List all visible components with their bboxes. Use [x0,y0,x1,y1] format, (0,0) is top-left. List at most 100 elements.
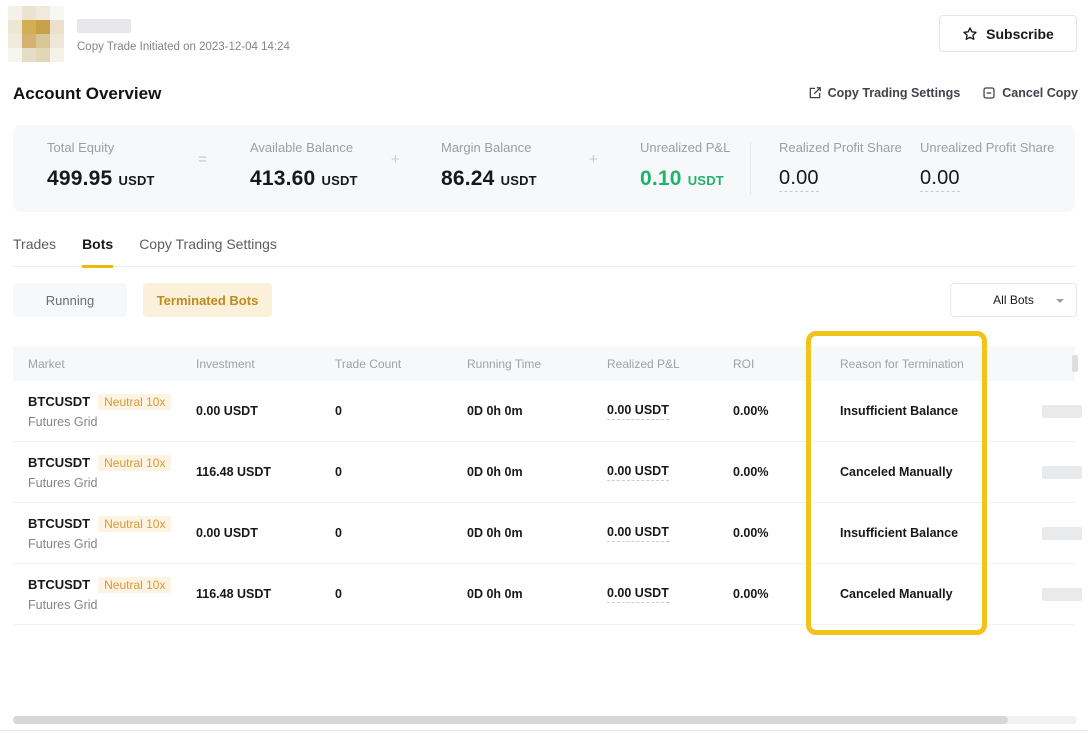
realized-pnl-cell: 0.00 USDT [607,525,669,542]
roi-cell: 0.00% [733,465,840,479]
redacted-username [77,19,131,33]
trader-avatar [8,6,64,62]
terminated-bots-table: Market Investment Trade Count Running Ti… [13,346,1075,625]
tab-trades[interactable]: Trades [13,236,56,266]
action-cell [1020,564,1075,624]
bot-type: Futures Grid [28,476,196,490]
running-time-cell: 0D 0h 0m [467,526,607,540]
copy-trading-page: Copy Trade Initiated on 2023-12-04 14:24… [0,0,1088,733]
column-header-reason-for-termination: Reason for Termination [840,357,1020,371]
realized-pnl-cell: 0.00 USDT [607,586,669,603]
subscribe-label: Subscribe [986,26,1054,42]
plus-operator: + [589,151,598,168]
leverage-badge: Neutral 10x [98,577,171,593]
stat-label: Available Balance [250,140,358,155]
trade-count-cell: 0 [335,404,467,418]
roi-cell: 0.00% [733,404,840,418]
stat-label: Unrealized Profit Share [920,140,1054,155]
tab-copy-trading-settings[interactable]: Copy Trading Settings [139,236,277,266]
stat-label: Total Equity [47,140,155,155]
table-header-row: Market Investment Trade Count Running Ti… [13,346,1075,381]
redacted-action-button[interactable] [1042,527,1082,540]
roi-cell: 0.00% [733,587,840,601]
all-bots-dropdown-value: All Bots [993,293,1034,307]
edit-icon [808,86,822,100]
redacted-fragment [1072,355,1078,372]
market-symbol: BTCUSDT [28,516,90,531]
column-header-action [1020,346,1075,381]
market-cell: BTCUSDT Neutral 10x Futures Grid [13,455,196,490]
subscribe-button[interactable]: Subscribe [939,15,1077,52]
column-header-investment: Investment [196,357,335,371]
stat-unrealized-pnl: Unrealized P&L 0.10 USDT [640,140,730,191]
stat-unit: USDT [118,173,154,188]
reason-cell: Insufficient Balance [840,526,1020,540]
cancel-copy-label: Cancel Copy [1002,86,1078,100]
stat-unit: USDT [501,173,537,188]
market-cell: BTCUSDT Neutral 10x Futures Grid [13,516,196,551]
copy-trading-settings-button[interactable]: Copy Trading Settings [808,86,961,100]
stat-label: Realized Profit Share [779,140,902,155]
filter-running-button[interactable]: Running [13,283,127,317]
redacted-action-button[interactable] [1042,466,1082,479]
minus-square-icon [982,86,996,100]
main-tabs: Trades Bots Copy Trading Settings [13,236,1075,267]
table-row[interactable]: BTCUSDTNeutral 10x Futures Grid 116.48 U… [13,564,1075,625]
investment-cell: 0.00 USDT [196,404,335,418]
stat-value: 0.00 [920,167,960,192]
all-bots-dropdown[interactable]: All Bots [950,283,1077,317]
bot-type: Futures Grid [28,598,196,612]
stat-unit: USDT [688,173,724,188]
market-cell: BTCUSDTNeutral 10x Futures Grid [13,577,196,612]
roi-cell: 0.00% [733,526,840,540]
running-time-cell: 0D 0h 0m [467,587,607,601]
market-symbol: BTCUSDT [28,455,90,470]
stat-value: 86.24 [441,167,495,190]
horizontal-scrollbar-thumb[interactable] [13,716,1008,724]
stat-label: Unrealized P&L [640,140,730,155]
equals-operator: = [198,151,207,168]
column-header-running-time: Running Time [467,357,607,371]
leverage-badge: Neutral 10x [98,394,171,410]
table-row[interactable]: BTCUSDT Neutral 10x Futures Grid 0.00 USD… [13,503,1075,564]
leverage-badge: Neutral 10x [98,516,171,532]
chevron-down-icon [1056,299,1064,303]
stat-value: 0.00 [779,167,819,192]
investment-cell: 116.48 USDT [196,587,335,601]
investment-cell: 116.48 USDT [196,465,335,479]
stat-margin-balance: Margin Balance 86.24 USDT [441,140,537,191]
stat-available-balance: Available Balance 413.60 USDT [250,140,358,191]
stats-divider [750,142,751,195]
running-time-cell: 0D 0h 0m [467,404,607,418]
tab-bots[interactable]: Bots [82,236,113,268]
overview-actions: Copy Trading Settings Cancel Copy [808,86,1078,100]
table-row[interactable]: BTCUSDTNeutral 10x Futures Grid 0.00 USD… [13,381,1075,442]
stat-value: 413.60 [250,167,315,190]
account-stats-bar: Total Equity 499.95 USDT = Available Bal… [13,125,1075,212]
action-cell [1020,381,1075,441]
leverage-badge: Neutral 10x [98,455,171,471]
action-cell [1020,503,1075,563]
star-icon [962,26,978,42]
reason-cell: Canceled Manually [840,587,1020,601]
reason-cell: Canceled Manually [840,465,1020,479]
running-time-cell: 0D 0h 0m [467,465,607,479]
page-bottom-divider [0,730,1088,731]
column-header-realized-pnl: Realized P&L [607,357,733,371]
page-title: Account Overview [13,84,161,104]
plus-operator: + [391,151,400,168]
redacted-action-button[interactable] [1042,588,1082,601]
column-header-market: Market [13,357,196,371]
copy-trade-initiated-text: Copy Trade Initiated on 2023-12-04 14:24 [77,41,290,53]
cancel-copy-button[interactable]: Cancel Copy [982,86,1078,100]
market-symbol: BTCUSDT [28,394,90,409]
copy-trading-settings-label: Copy Trading Settings [828,86,961,100]
investment-cell: 0.00 USDT [196,526,335,540]
filter-terminated-bots-button[interactable]: Terminated Bots [143,283,272,317]
redacted-action-button[interactable] [1042,405,1082,418]
reason-cell: Insufficient Balance [840,404,1020,418]
stat-total-equity: Total Equity 499.95 USDT [47,140,155,191]
table-row[interactable]: BTCUSDT Neutral 10x Futures Grid 116.48 U… [13,442,1075,503]
bot-type: Futures Grid [28,537,196,551]
stat-unrealized-profit-share: Unrealized Profit Share 0.00 [920,140,1054,190]
